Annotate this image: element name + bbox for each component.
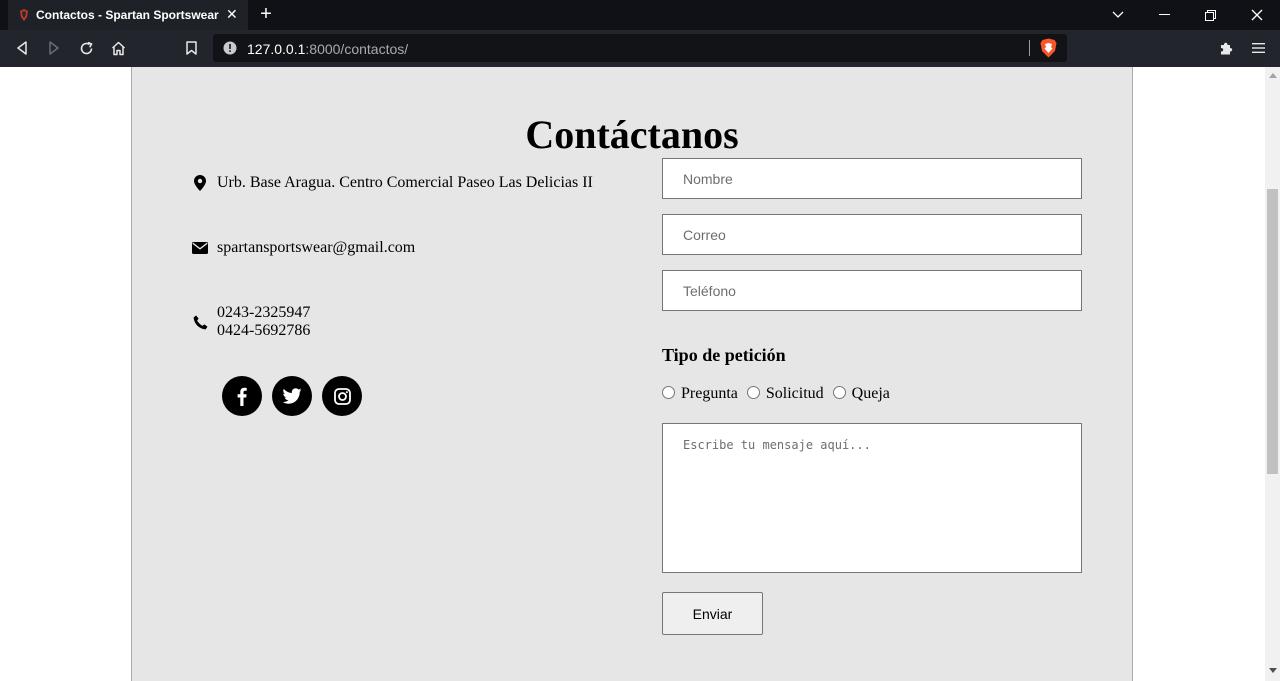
facebook-button[interactable] <box>222 376 262 416</box>
phone-icon <box>191 315 209 330</box>
scroll-down-arrow-icon[interactable] <box>1269 668 1277 673</box>
home-button[interactable] <box>108 38 128 58</box>
envelope-icon <box>191 242 209 254</box>
tab-close-icon[interactable]: ✕ <box>226 6 238 23</box>
puzzle-icon <box>1220 42 1232 54</box>
twitter-button[interactable] <box>272 376 312 416</box>
tab-title: Contactos - Spartan Sportswear <box>36 8 219 22</box>
site-info-icon[interactable] <box>223 41 237 55</box>
back-button[interactable] <box>12 38 32 58</box>
petition-type-options: Pregunta Solicitud Queja <box>662 385 899 403</box>
site-favicon-icon <box>20 9 28 21</box>
url-host: 127.0.0.1 <box>247 41 306 57</box>
radio-pregunta[interactable] <box>662 385 675 399</box>
page-title: Contáctanos <box>525 112 739 157</box>
option-label: Pregunta <box>681 385 738 402</box>
browser-tab[interactable]: Contactos - Spartan Sportswear ✕ <box>8 0 248 30</box>
phone-number-2: 0424-5692786 <box>217 322 311 339</box>
message-textarea[interactable] <box>662 423 1082 573</box>
radio-queja[interactable] <box>832 385 846 399</box>
url-separator <box>1029 40 1030 56</box>
bookmark-button[interactable] <box>181 38 201 58</box>
minimize-icon <box>1158 14 1170 15</box>
chevron-down-icon <box>1112 11 1124 18</box>
phone-row: 0243-2325947 0424-5692786 <box>191 304 310 340</box>
option-pregunta[interactable]: Pregunta <box>662 385 738 403</box>
email-row: spartansportswear@gmail.com <box>191 239 415 257</box>
reload-button[interactable] <box>76 38 96 58</box>
hamburger-menu-icon <box>1251 43 1265 53</box>
minimize-button[interactable] <box>1144 0 1184 30</box>
new-tab-button[interactable]: + <box>256 3 276 25</box>
scrollbar-thumb[interactable] <box>1267 189 1278 474</box>
option-queja[interactable]: Queja <box>832 385 890 403</box>
name-input[interactable] <box>662 158 1082 199</box>
option-label: Queja <box>851 385 890 402</box>
address-bar[interactable]: 127.0.0.1:8000/contactos/ <box>213 34 1067 62</box>
email-input[interactable] <box>662 214 1082 255</box>
forward-arrow-icon <box>49 41 59 55</box>
scroll-up-arrow-icon[interactable] <box>1269 73 1277 78</box>
back-arrow-icon <box>17 41 27 55</box>
browser-tab-strip: Contactos - Spartan Sportswear ✕ + <box>0 0 1280 30</box>
restore-icon <box>1204 9 1216 21</box>
restore-button[interactable] <box>1190 0 1230 30</box>
extensions-button[interactable] <box>1216 38 1236 58</box>
option-solicitud[interactable]: Solicitud <box>746 385 824 403</box>
browser-toolbar: 127.0.0.1:8000/contactos/ <box>0 30 1280 67</box>
petition-type-label: Tipo de petición <box>662 345 786 365</box>
vertical-scrollbar[interactable] <box>1265 67 1280 681</box>
forward-button[interactable] <box>44 38 64 58</box>
tab-search-button[interactable] <box>1098 0 1138 30</box>
url-path: :8000/contactos/ <box>305 41 409 57</box>
map-marker-icon <box>191 175 209 191</box>
close-window-button[interactable] <box>1237 0 1277 30</box>
url-text[interactable]: 127.0.0.1:8000/contactos/ <box>247 41 408 57</box>
twitter-icon <box>282 388 301 404</box>
instagram-icon <box>333 387 351 405</box>
address-text: Urb. Base Aragua. Centro Comercial Paseo… <box>217 174 593 191</box>
reload-icon <box>80 41 93 54</box>
home-icon <box>111 41 125 55</box>
phone-input[interactable] <box>662 270 1082 311</box>
bookmark-icon <box>185 41 197 55</box>
option-label: Solicitud <box>765 385 824 402</box>
email-text: spartansportswear@gmail.com <box>217 239 416 256</box>
instagram-button[interactable] <box>322 376 362 416</box>
contact-section: Contáctanos Urb. Base Aragua. Centro Com… <box>131 67 1133 681</box>
radio-solicitud[interactable] <box>746 385 760 399</box>
page-viewport: Contáctanos Urb. Base Aragua. Centro Com… <box>0 67 1265 681</box>
close-icon <box>1251 9 1263 21</box>
phone-number-1: 0243-2325947 <box>217 304 311 321</box>
brave-shields-icon[interactable] <box>1040 38 1057 58</box>
address-row: Urb. Base Aragua. Centro Comercial Paseo… <box>191 174 593 192</box>
send-button[interactable]: Enviar <box>662 592 763 635</box>
facebook-icon <box>237 387 247 406</box>
menu-button[interactable] <box>1248 38 1268 58</box>
